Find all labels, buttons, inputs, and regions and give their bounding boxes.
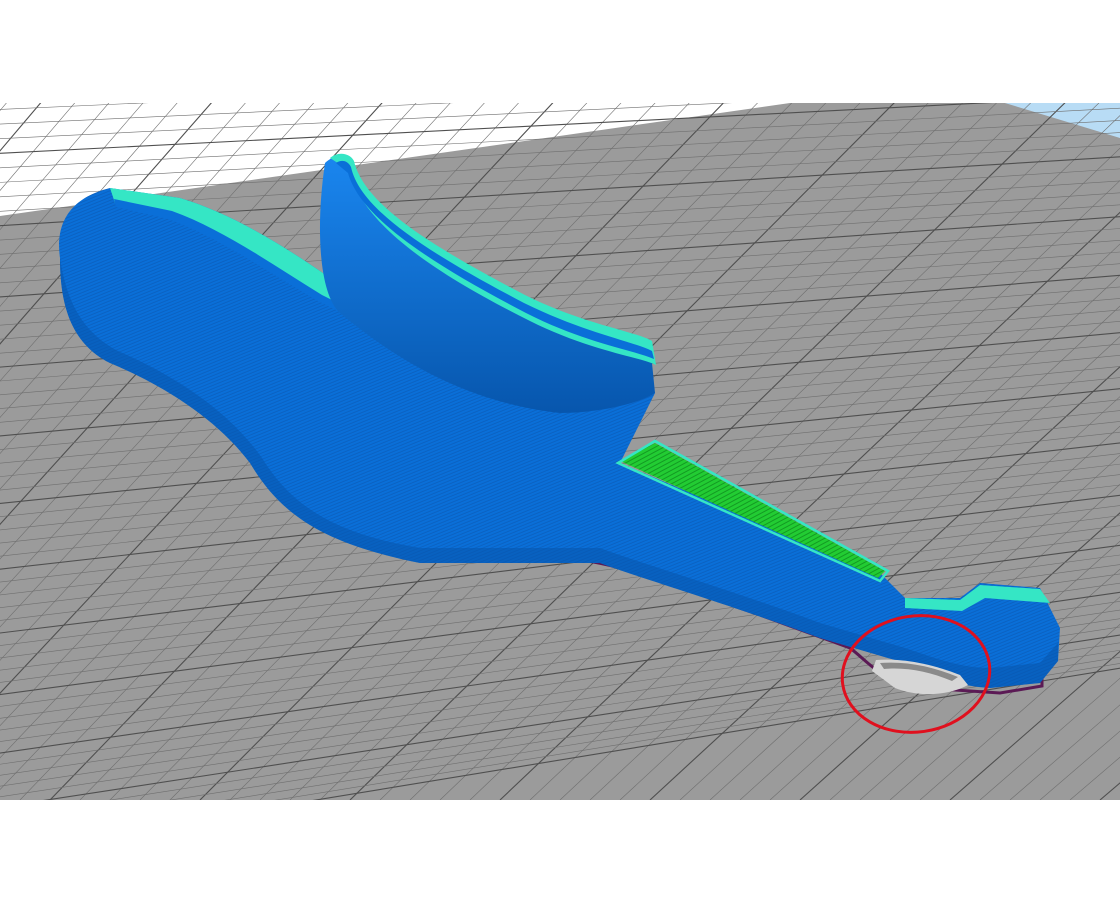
3d-preview-viewport[interactable] xyxy=(0,103,1120,800)
screenshot-page xyxy=(0,0,1120,913)
slicer-scene[interactable] xyxy=(0,103,1120,800)
